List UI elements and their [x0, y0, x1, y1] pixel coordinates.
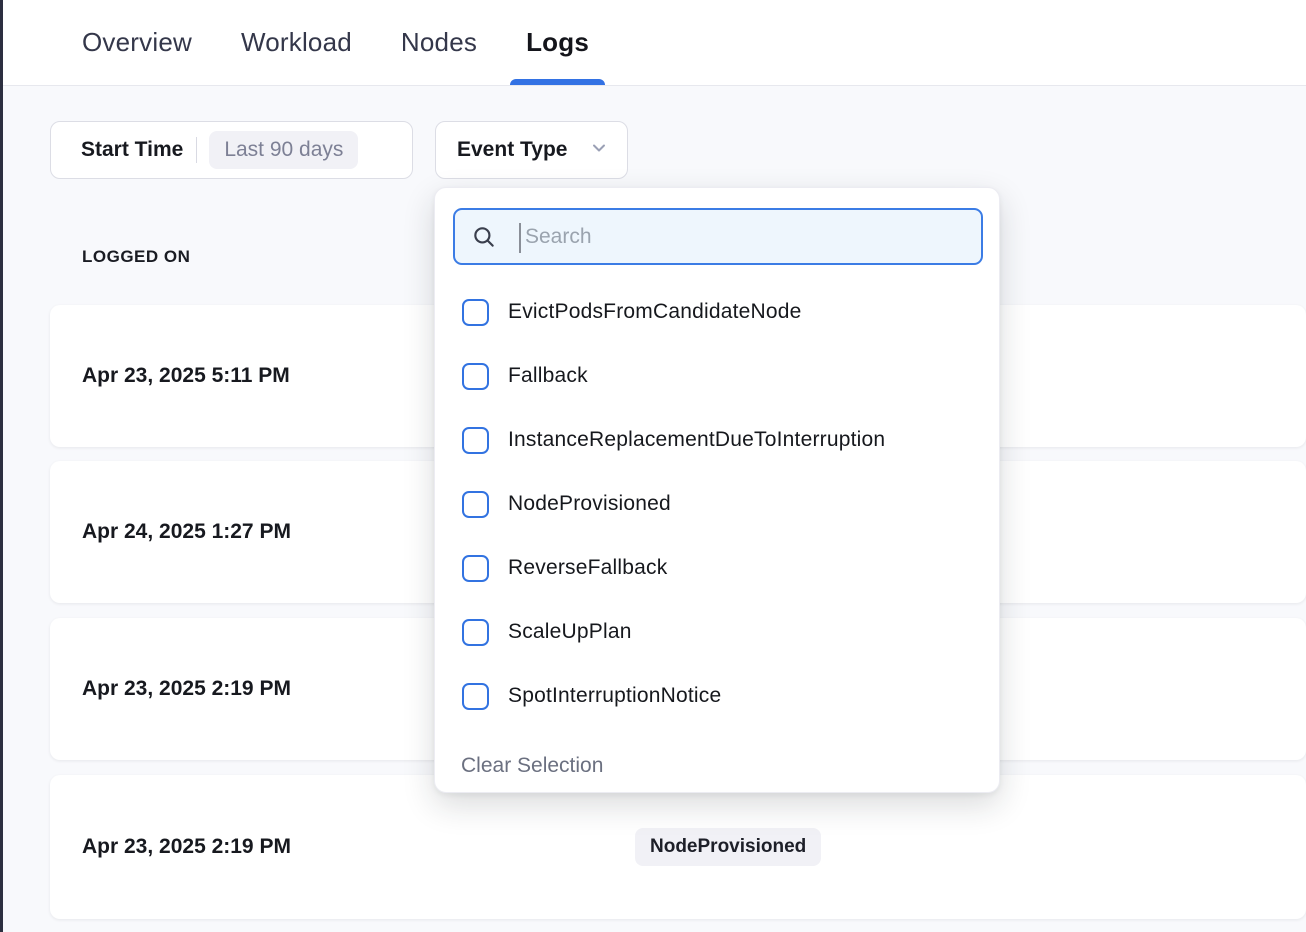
- checkbox[interactable]: [462, 363, 489, 390]
- event-type-options-list: EvictPodsFromCandidateNode Fallback Instan…: [435, 280, 999, 728]
- chevron-down-icon: [589, 138, 609, 163]
- tabs-container: Overview Workload Nodes Logs: [66, 0, 605, 85]
- option-label: ReverseFallback: [508, 556, 667, 580]
- option-label: Fallback: [508, 364, 588, 388]
- event-type-option[interactable]: NodeProvisioned: [435, 472, 999, 536]
- dropdown-search-box: [453, 208, 983, 265]
- start-time-filter-button[interactable]: Start Time Last 90 days: [50, 121, 413, 179]
- event-type-label: Event Type: [457, 138, 567, 162]
- checkbox[interactable]: [462, 491, 489, 518]
- event-type-option[interactable]: ReverseFallback: [435, 536, 999, 600]
- checkbox[interactable]: [462, 427, 489, 454]
- checkbox[interactable]: [462, 619, 489, 646]
- logged-on-value: Apr 23, 2025 2:19 PM: [82, 677, 291, 701]
- logged-on-value: Apr 23, 2025 5:11 PM: [82, 364, 290, 388]
- tab-workload[interactable]: Workload: [225, 0, 368, 85]
- checkbox[interactable]: [462, 683, 489, 710]
- option-label: SpotInterruptionNotice: [508, 684, 721, 708]
- tab-bar: Overview Workload Nodes Logs: [0, 0, 1306, 86]
- column-header-logged-on: LOGGED ON: [82, 247, 190, 267]
- tab-overview[interactable]: Overview: [66, 0, 208, 85]
- tab-label: Overview: [82, 27, 192, 58]
- option-label: EvictPodsFromCandidateNode: [508, 300, 802, 324]
- event-type-option[interactable]: InstanceReplacementDueToInterruption: [435, 408, 999, 472]
- clear-selection-link[interactable]: Clear Selection: [461, 744, 603, 788]
- event-type-option[interactable]: ScaleUpPlan: [435, 600, 999, 664]
- option-label: ScaleUpPlan: [508, 620, 632, 644]
- tab-label: Nodes: [401, 27, 477, 58]
- start-time-value-pill: Last 90 days: [209, 131, 358, 169]
- checkbox[interactable]: [462, 555, 489, 582]
- event-type-option[interactable]: EvictPodsFromCandidateNode: [435, 280, 999, 344]
- logged-on-value: Apr 24, 2025 1:27 PM: [82, 520, 291, 544]
- event-type-filter-button[interactable]: Event Type: [435, 121, 628, 179]
- event-type-option[interactable]: Fallback: [435, 344, 999, 408]
- event-type-option[interactable]: SpotInterruptionNotice: [435, 664, 999, 728]
- event-type-badge: NodeProvisioned: [635, 828, 821, 866]
- search-input[interactable]: [455, 210, 981, 263]
- option-label: NodeProvisioned: [508, 492, 671, 516]
- tab-nodes[interactable]: Nodes: [385, 0, 493, 85]
- tab-label: Logs: [526, 27, 589, 58]
- sidebar-edge: [0, 0, 3, 932]
- table-row[interactable]: Apr 23, 2025 2:19 PM NodeProvisioned: [50, 775, 1306, 919]
- tab-label: Workload: [241, 27, 352, 58]
- filter-divider: [196, 137, 197, 163]
- event-type-dropdown-panel: EvictPodsFromCandidateNode Fallback Instan…: [434, 187, 1000, 793]
- tab-logs[interactable]: Logs: [510, 0, 605, 85]
- checkbox[interactable]: [462, 299, 489, 326]
- logged-on-value: Apr 23, 2025 2:19 PM: [82, 835, 291, 859]
- start-time-label: Start Time: [81, 138, 183, 162]
- option-label: InstanceReplacementDueToInterruption: [508, 428, 885, 452]
